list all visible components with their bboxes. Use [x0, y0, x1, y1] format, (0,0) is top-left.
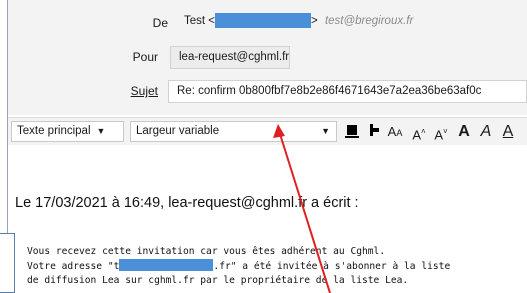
- annotation-overlay: [273, 124, 331, 293]
- annotation-arrow-head: [273, 124, 285, 138]
- annotation-arrow-line: [279, 133, 331, 293]
